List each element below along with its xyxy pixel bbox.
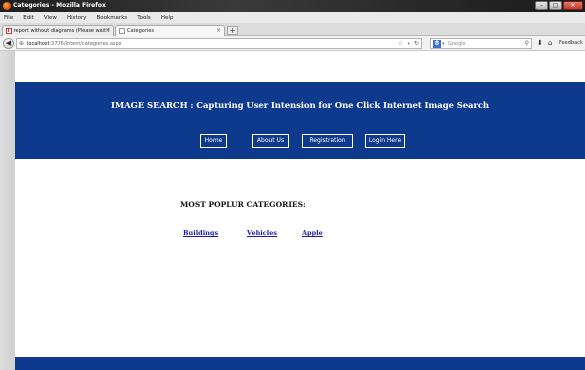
window-controls: – □ ✕ <box>535 1 583 10</box>
tab-categories[interactable]: Categories × <box>115 25 225 36</box>
menu-view[interactable]: View <box>44 15 57 21</box>
about-us-link[interactable]: About Us <box>252 134 289 148</box>
site-identity-icon: ⊕ <box>19 40 25 47</box>
url-text: localhost:3776/Intent/categories.aspx <box>27 39 122 49</box>
search-engine-dropdown-icon[interactable]: ▾ <box>442 39 445 49</box>
menu-tools[interactable]: Tools <box>137 15 151 21</box>
minimize-icon: – <box>540 2 543 9</box>
home-icon[interactable]: ⌂ <box>548 38 552 49</box>
page-content: MOST POPLUR CATEGORIES: Buildings Vehicl… <box>15 159 585 357</box>
login-link[interactable]: Login Here <box>365 134 405 148</box>
tab-bar: report without diagrams (Please wait for… <box>0 23 585 36</box>
window-title-bar: Categories - Mozilla Firefox – □ ✕ <box>0 0 585 12</box>
back-button[interactable]: ◀ <box>3 38 14 49</box>
google-icon: 8 <box>433 40 441 48</box>
tab-label: Categories <box>127 28 154 34</box>
close-tab-icon[interactable]: × <box>105 27 110 34</box>
navigation-toolbar: ◀ ⊕ localhost:3776/Intent/categories.asp… <box>0 36 585 51</box>
feedback-button[interactable]: Feedback <box>559 38 583 49</box>
menu-help[interactable]: Help <box>161 15 174 21</box>
maximize-icon: □ <box>552 2 559 9</box>
minimize-button[interactable]: – <box>535 1 548 10</box>
menu-file[interactable]: File <box>4 15 13 21</box>
search-bar[interactable]: 8 ▾ Google ⚲ <box>430 38 532 49</box>
page-top-gap <box>15 51 585 82</box>
maximize-button[interactable]: □ <box>549 1 562 10</box>
category-link-vehicles[interactable]: Vehicles <box>247 229 277 237</box>
download-icon[interactable]: ⬇ <box>537 38 543 49</box>
registration-link[interactable]: Registration <box>302 134 353 148</box>
page-icon <box>119 28 125 34</box>
history-dropdown-icon[interactable]: ▾ <box>407 39 410 49</box>
page-header: IMAGE SEARCH : Capturing User Intension … <box>15 82 585 159</box>
home-link[interactable]: Home <box>200 134 227 148</box>
close-window-button[interactable]: ✕ <box>563 1 583 10</box>
back-arrow-icon: ◀ <box>5 39 12 47</box>
window-title: Categories - Mozilla Firefox <box>13 2 106 9</box>
close-tab-icon[interactable]: × <box>216 27 221 34</box>
search-placeholder: Google <box>448 41 466 47</box>
categories-heading: MOST POPLUR CATEGORIES: <box>180 200 306 209</box>
menu-edit[interactable]: Edit <box>23 15 34 21</box>
new-tab-button[interactable]: + <box>227 26 238 35</box>
tab-label: report without diagrams (Please wait for… <box>13 28 110 34</box>
url-bar[interactable]: ⊕ localhost:3776/Intent/categories.aspx … <box>16 38 422 49</box>
reload-icon[interactable]: ↻ <box>414 39 419 49</box>
url-path: :3776/Intent/categories.aspx <box>49 41 122 47</box>
page-footer <box>15 357 585 370</box>
firefox-icon <box>3 2 11 10</box>
tab-report[interactable]: report without diagrams (Please wait for… <box>2 25 114 36</box>
menu-bookmarks[interactable]: Bookmarks <box>97 15 128 21</box>
search-icon[interactable]: ⚲ <box>525 39 529 49</box>
gmail-icon <box>6 28 12 34</box>
close-icon: ✕ <box>570 2 576 9</box>
menu-bar: File Edit View History Bookmarks Tools H… <box>0 12 585 23</box>
url-host: localhost <box>27 41 50 47</box>
category-link-apple[interactable]: Apple <box>302 229 323 237</box>
menu-history[interactable]: History <box>67 15 87 21</box>
bookmark-star-icon[interactable]: ☆ <box>398 39 403 49</box>
category-link-buildings[interactable]: Buildings <box>183 229 218 237</box>
left-margin <box>0 51 15 370</box>
site-title: IMAGE SEARCH : Capturing User Intension … <box>110 101 490 111</box>
